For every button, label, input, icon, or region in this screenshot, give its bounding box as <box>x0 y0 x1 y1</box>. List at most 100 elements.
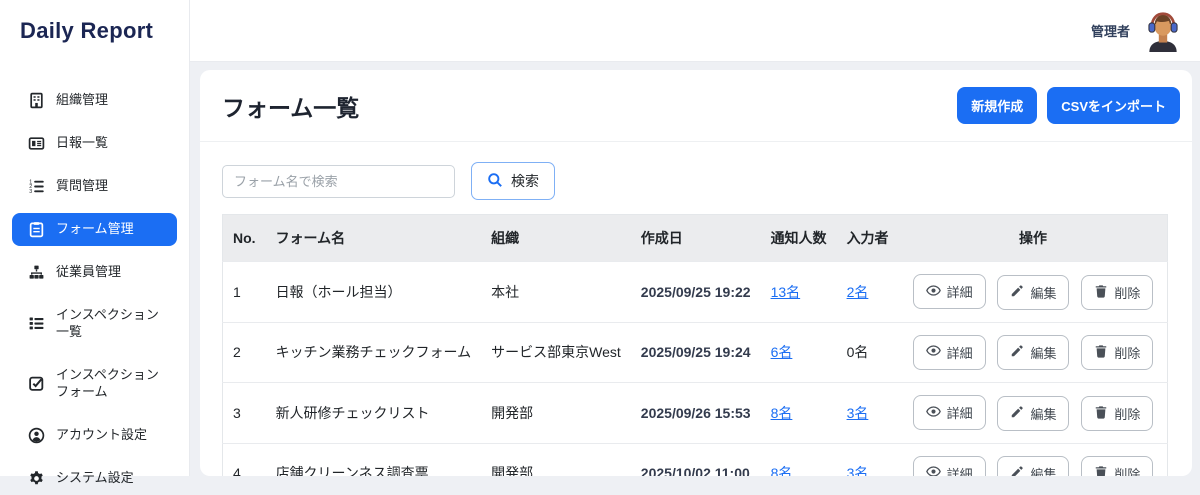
row-no: 3 <box>223 383 266 444</box>
col-notify-count: 通知人数 <box>761 215 837 262</box>
col-actions: 操作 <box>899 215 1168 262</box>
row-actions: 詳細 編集 削除 <box>899 322 1168 383</box>
sidebar-item-label: フォーム管理 <box>56 221 134 238</box>
sidebar-item-daily-reports[interactable]: 日報一覧 <box>12 127 177 160</box>
sidebar-item-inspection-form[interactable]: インスペクションフォーム <box>12 359 177 409</box>
notify-count-link[interactable]: 6名 <box>771 344 793 360</box>
user-avatar[interactable] <box>1142 10 1184 52</box>
edit-button-label: 編集 <box>1030 404 1056 423</box>
svg-text:3: 3 <box>29 189 32 195</box>
created-date: 2025/09/25 19:24 <box>631 322 761 383</box>
csv-import-button[interactable]: CSVをインポート <box>1047 87 1180 124</box>
pencil-icon <box>1010 405 1024 422</box>
inputters-count-link[interactable]: 3名 <box>847 465 869 476</box>
edit-button-label: 編集 <box>1030 464 1056 476</box>
delete-button[interactable]: 削除 <box>1081 335 1153 370</box>
detail-button-label: 詳細 <box>947 343 973 362</box>
edit-button[interactable]: 編集 <box>997 456 1069 476</box>
search-icon <box>487 172 503 191</box>
check-square-icon <box>28 375 45 392</box>
sidebar-nav: 組織管理 日報一覧 123 質問管理 フォーム管理 従業員管理 インスペクション… <box>0 84 189 495</box>
search-button[interactable]: 検索 <box>471 162 555 200</box>
edit-button-label: 編集 <box>1030 283 1056 302</box>
form-name: 店舗クリーンネス調査票 <box>266 443 482 476</box>
edit-button[interactable]: 編集 <box>997 396 1069 431</box>
delete-button-label: 削除 <box>1114 283 1140 302</box>
table-row: 1 日報（ホール担当） 本社 2025/09/25 19:22 13名 2名 詳… <box>223 262 1168 323</box>
trash-icon <box>1094 465 1108 476</box>
main-area: 管理者 フォーム一覧 新規作成 CS <box>190 0 1200 476</box>
card-body: 検索 No. フォーム名 組織 <box>200 142 1192 476</box>
page-title: フォーム一覧 <box>222 89 359 123</box>
list-icon <box>28 315 45 332</box>
sidebar-item-system-settings[interactable]: システム設定 <box>12 462 177 495</box>
eye-icon <box>926 343 941 361</box>
detail-button-label: 詳細 <box>947 282 973 301</box>
sidebar-item-account-settings[interactable]: アカウント設定 <box>12 419 177 452</box>
organization: 本社 <box>481 262 631 323</box>
table-header: No. フォーム名 組織 作成日 通知人数 入力者 操作 <box>223 215 1168 262</box>
form-name: キッチン業務チェックフォーム <box>266 322 482 383</box>
sidebar-item-label: 日報一覧 <box>56 135 108 152</box>
inputters-count: 0名 <box>847 344 869 360</box>
building-icon <box>28 92 45 109</box>
created-date: 2025/09/26 15:53 <box>631 383 761 444</box>
sidebar-item-label: システム設定 <box>56 470 134 487</box>
form-name: 新人研修チェックリスト <box>266 383 482 444</box>
row-no: 2 <box>223 322 266 383</box>
delete-button[interactable]: 削除 <box>1081 275 1153 310</box>
create-new-button[interactable]: 新規作成 <box>957 87 1037 124</box>
detail-button[interactable]: 詳細 <box>913 456 986 477</box>
inputters-count-link[interactable]: 2名 <box>847 284 869 300</box>
detail-button[interactable]: 詳細 <box>913 274 986 309</box>
row-actions: 詳細 編集 削除 <box>899 383 1168 444</box>
user-role-label: 管理者 <box>1091 21 1130 40</box>
created-date: 2025/10/02 11:00 <box>631 443 761 476</box>
col-form-name: フォーム名 <box>266 215 482 262</box>
top-header: 管理者 <box>190 0 1200 62</box>
edit-button[interactable]: 編集 <box>997 275 1069 310</box>
notify-count-link[interactable]: 8名 <box>771 405 793 421</box>
trash-icon <box>1094 284 1108 301</box>
app-window: Daily Report 組織管理 日報一覧 123 質問管理 フォーム管理 従… <box>0 0 1200 476</box>
card-header: フォーム一覧 新規作成 CSVをインポート <box>200 70 1192 142</box>
col-organization: 組織 <box>481 215 631 262</box>
sidebar-item-employees[interactable]: 従業員管理 <box>12 256 177 289</box>
sidebar-item-forms[interactable]: フォーム管理 <box>12 213 177 246</box>
detail-button[interactable]: 詳細 <box>913 395 986 430</box>
sidebar-item-label: 質問管理 <box>56 178 108 195</box>
sidebar-item-inspection-list[interactable]: インスペクション一覧 <box>12 299 177 349</box>
organization: サービス部東京West <box>481 322 631 383</box>
sidebar-item-label: 組織管理 <box>56 92 108 109</box>
table-row: 3 新人研修チェックリスト 開発部 2025/09/26 15:53 8名 3名… <box>223 383 1168 444</box>
clipboard-form-icon <box>28 221 45 238</box>
col-inputters: 入力者 <box>837 215 899 262</box>
notify-count-link[interactable]: 13名 <box>771 284 801 300</box>
sidebar-item-organization[interactable]: 組織管理 <box>12 84 177 117</box>
edit-button[interactable]: 編集 <box>997 335 1069 370</box>
delete-button-label: 削除 <box>1114 343 1140 362</box>
inputters-count-link[interactable]: 3名 <box>847 405 869 421</box>
search-input[interactable] <box>222 165 455 198</box>
sidebar-item-questions[interactable]: 123 質問管理 <box>12 170 177 203</box>
search-button-label: 検索 <box>511 171 539 191</box>
table-row: 2 キッチン業務チェックフォーム サービス部東京West 2025/09/25 … <box>223 322 1168 383</box>
table-row: 4 店舗クリーンネス調査票 開発部 2025/10/02 11:00 8名 3名… <box>223 443 1168 476</box>
organization: 開発部 <box>481 443 631 476</box>
sidebar: Daily Report 組織管理 日報一覧 123 質問管理 フォーム管理 従… <box>0 0 190 476</box>
detail-button[interactable]: 詳細 <box>913 335 986 370</box>
detail-button-label: 詳細 <box>947 464 973 477</box>
page-content: フォーム一覧 新規作成 CSVをインポート 検索 <box>190 62 1200 476</box>
notify-count-link[interactable]: 8名 <box>771 465 793 476</box>
pencil-icon <box>1010 284 1024 301</box>
delete-button[interactable]: 削除 <box>1081 396 1153 431</box>
row-no: 4 <box>223 443 266 476</box>
delete-button[interactable]: 削除 <box>1081 456 1153 476</box>
sidebar-item-label: 従業員管理 <box>56 264 121 281</box>
app-logo: Daily Report <box>0 0 189 44</box>
search-row: 検索 <box>222 162 1168 200</box>
trash-icon <box>1094 344 1108 361</box>
pencil-icon <box>1010 465 1024 476</box>
col-no: No. <box>223 215 266 262</box>
created-date: 2025/09/25 19:22 <box>631 262 761 323</box>
